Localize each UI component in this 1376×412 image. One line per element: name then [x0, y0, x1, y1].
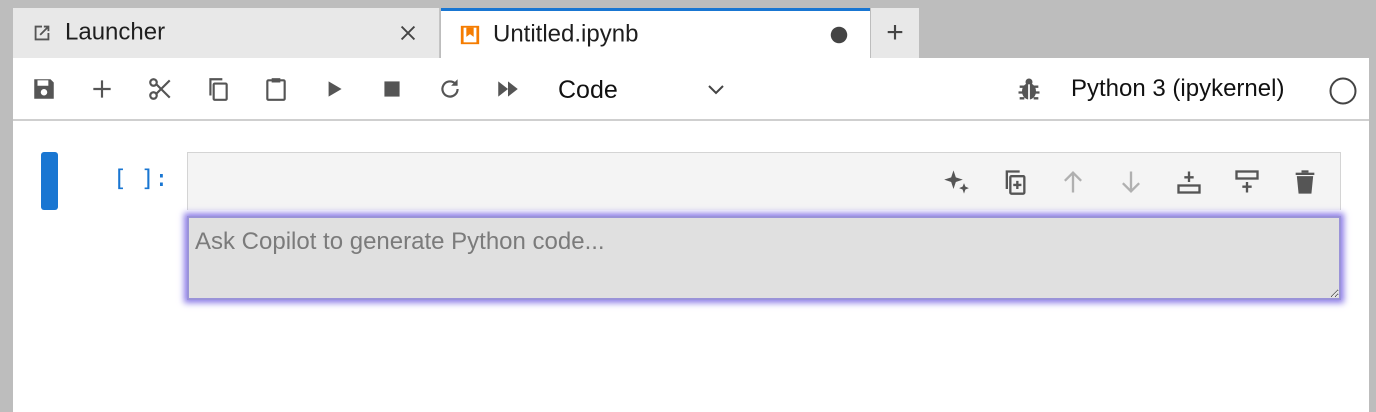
debugger-bug-icon[interactable]	[1015, 75, 1043, 103]
delete-cell-button[interactable]	[1290, 167, 1320, 197]
run-button[interactable]	[319, 74, 349, 104]
add-cell-button[interactable]	[87, 74, 117, 104]
run-icon	[328, 81, 342, 97]
unsaved-dot-icon[interactable]	[828, 24, 850, 46]
notebook-toolbar: Code Python 3 (ipykernel)	[13, 58, 1369, 121]
active-cell-indicator[interactable]	[41, 152, 58, 210]
cut-button[interactable]	[145, 74, 175, 104]
tab-launcher[interactable]: Launcher	[13, 8, 440, 58]
copy-button[interactable]	[203, 74, 233, 104]
notebook-icon	[460, 25, 480, 44]
cell-type-select[interactable]: Code	[553, 70, 728, 110]
cell-prompt: [ ]:	[113, 166, 169, 192]
restart-button[interactable]	[435, 74, 465, 104]
move-up-icon	[1064, 171, 1082, 193]
new-tab-button[interactable]: +	[871, 8, 919, 58]
paste-icon	[266, 78, 286, 101]
save-icon	[34, 79, 54, 99]
tab-notebook[interactable]: Untitled.ipynb	[441, 8, 870, 58]
insert-below-icon	[1177, 171, 1201, 194]
move-down-icon	[1122, 171, 1140, 193]
stop-button[interactable]	[377, 74, 407, 104]
cell-toolbar	[187, 152, 1341, 210]
insert-cell-above-button[interactable]	[1232, 167, 1262, 197]
sparkle-icon	[944, 170, 969, 194]
stop-icon	[384, 81, 400, 97]
copilot-button[interactable]	[942, 167, 972, 197]
copy-icon	[209, 78, 228, 101]
restart-icon	[441, 79, 459, 98]
insert-above-icon	[1235, 170, 1259, 193]
save-button[interactable]	[29, 74, 59, 104]
add-cell-icon	[93, 80, 111, 98]
tab-label: Launcher	[65, 18, 166, 46]
notebook-panel: Code Python 3 (ipykernel) [ ]:	[13, 58, 1369, 412]
delete-icon	[1295, 170, 1315, 194]
tab-label: Untitled.ipynb	[493, 19, 639, 47]
duplicate-cell-button[interactable]	[1000, 167, 1030, 197]
kernel-idle-circle-icon	[1329, 77, 1357, 105]
fast-forward-icon	[498, 81, 518, 97]
add-tab-label: +	[886, 16, 904, 49]
insert-cell-below-button[interactable]	[1174, 167, 1204, 197]
duplicate-icon	[1005, 170, 1026, 195]
kernel-name[interactable]: Python 3 (ipykernel)	[1071, 75, 1284, 103]
move-cell-up-button[interactable]	[1058, 167, 1088, 197]
cut-icon	[149, 78, 171, 100]
move-cell-down-button[interactable]	[1116, 167, 1146, 197]
cell-type-label: Code	[558, 75, 618, 104]
launch-icon	[34, 25, 50, 41]
chevron-down-icon	[708, 85, 724, 95]
close-icon[interactable]	[397, 22, 419, 44]
paste-button[interactable]	[261, 74, 291, 104]
copilot-prompt-input[interactable]	[187, 216, 1341, 300]
run-all-button[interactable]	[493, 74, 523, 104]
